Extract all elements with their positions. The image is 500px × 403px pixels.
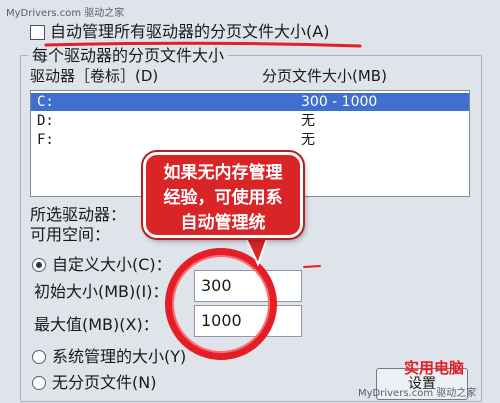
auto-manage-accel: (A) <box>306 22 330 41</box>
virtual-memory-dialog: MyDrivers.com 驱动之家 自动管理所有驱动器的分页文件大小(A) 每… <box>0 0 500 403</box>
drive-size: 无 <box>301 113 315 129</box>
logo-text: 实用电脑 <box>404 359 465 377</box>
custom-size-label[interactable]: 自定义大小(C)： <box>52 256 172 274</box>
column-header-size: 分页文件大小(MB) <box>262 67 387 85</box>
drive-size: 无 <box>301 132 315 148</box>
drive-letter: D: <box>37 113 54 129</box>
auto-manage-text: 自动管理所有驱动器的分页文件大小 <box>50 22 307 41</box>
drive-row-c[interactable]: C: 300 - 1000 <box>31 93 469 111</box>
callout-line: 自动管理统 <box>180 213 266 233</box>
auto-manage-label[interactable]: 自动管理所有驱动器的分页文件大小(A) <box>50 23 329 41</box>
custom-size-radio[interactable] <box>32 258 46 272</box>
system-managed-radio[interactable] <box>32 350 46 364</box>
drive-letter: C: <box>37 94 54 110</box>
callout-line: 如果无内存管理 <box>163 163 283 183</box>
callout-bubble: 如果无内存管理 经验，可使用系 自动管理统 <box>143 152 303 238</box>
selected-drive-label: 所选驱动器： <box>30 205 127 224</box>
drive-row-f[interactable]: F: 无 <box>31 131 469 149</box>
watermark-bottom: MyDrivers.com 驱动之家 <box>358 388 477 399</box>
system-managed-label[interactable]: 系统管理的大小(Y) <box>52 348 186 366</box>
drive-letter: F: <box>37 132 54 148</box>
red-tick-annotation <box>303 265 321 268</box>
no-paging-label[interactable]: 无分页文件(N) <box>52 374 156 392</box>
watermark-top: MyDrivers.com 驱动之家 <box>6 8 125 19</box>
auto-manage-checkbox[interactable] <box>30 25 45 40</box>
callout-line: 经验，可使用系 <box>163 188 283 208</box>
no-paging-radio[interactable] <box>32 376 46 390</box>
available-space-label: 可用空间： <box>30 225 111 244</box>
drive-row-d[interactable]: D: 无 <box>31 112 469 130</box>
group-title: 每个驱动器的分页文件大小 <box>28 47 229 65</box>
initial-size-label: 初始大小(MB)(I)： <box>34 282 169 301</box>
max-size-label: 最大值(MB)(X)： <box>34 315 159 334</box>
column-header-drive: 驱动器［卷标］(D) <box>30 67 159 85</box>
drive-size: 300 - 1000 <box>301 94 378 110</box>
